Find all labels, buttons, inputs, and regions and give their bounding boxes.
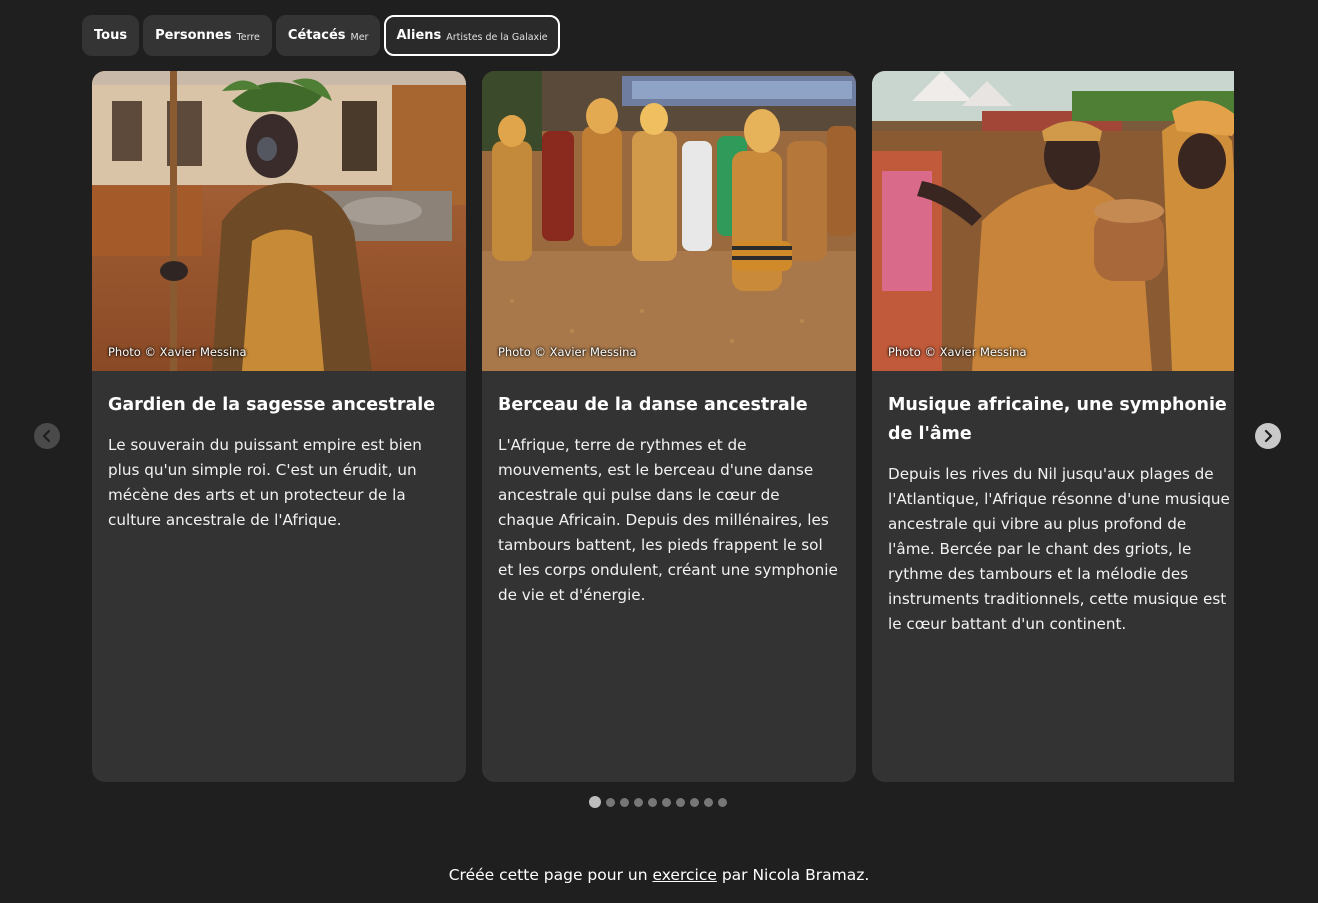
chevron-right-icon bbox=[1264, 429, 1273, 443]
card-text: L'Afrique, terre de rythmes et de mouvem… bbox=[498, 436, 838, 604]
carousel-track: Photo © Xavier Messina Gardien de la sag… bbox=[92, 71, 1234, 782]
carousel-dot[interactable] bbox=[676, 797, 685, 807]
tab-sublabel: Terre bbox=[236, 31, 260, 43]
card-title: Gardien de la sagesse ancestrale bbox=[108, 395, 436, 415]
carousel-dot[interactable] bbox=[648, 797, 657, 807]
card-text: Depuis les rives du Nil jusqu'aux plages… bbox=[888, 465, 1230, 633]
card-gardien[interactable]: Photo © Xavier Messina Gardien de la sag… bbox=[92, 71, 466, 782]
card-photo: Photo © Xavier Messina bbox=[482, 71, 856, 371]
tab-label: Aliens bbox=[396, 28, 442, 43]
filter-tabs: Tous Personnes Terre Cétacés Mer Aliens … bbox=[82, 15, 560, 56]
carousel[interactable]: Photo © Xavier Messina Gardien de la sag… bbox=[92, 71, 1234, 782]
tab-label: Tous bbox=[94, 28, 128, 43]
footer-text-after: par Nicola Bramaz. bbox=[721, 866, 870, 884]
card-photo: Photo © Xavier Messina bbox=[872, 71, 1234, 371]
carousel-dot[interactable] bbox=[589, 796, 601, 808]
photo-credit: Photo © Xavier Messina bbox=[498, 345, 637, 359]
tab-sublabel: Artistes de la Galaxie bbox=[446, 31, 548, 43]
footer-exercise-link[interactable]: exercice bbox=[652, 866, 716, 884]
photo-elder-guardian bbox=[92, 71, 466, 371]
chevron-left-icon bbox=[42, 429, 51, 443]
card-musique[interactable]: Photo © Xavier Messina Musique africaine… bbox=[872, 71, 1234, 782]
card-body: Gardien de la sagesse ancestrale Le souv… bbox=[92, 371, 466, 533]
tab-label: Personnes bbox=[155, 28, 232, 43]
carousel-dot[interactable] bbox=[634, 797, 643, 807]
photo-ancestral-dance bbox=[482, 71, 856, 371]
carousel-dot[interactable] bbox=[704, 797, 713, 807]
footer: Créée cette page pour un exercice par Ni… bbox=[0, 866, 1318, 884]
carousel-dot[interactable] bbox=[690, 797, 699, 807]
tab-tous[interactable]: Tous bbox=[82, 15, 140, 56]
card-body: Berceau de la danse ancestrale L'Afrique… bbox=[482, 371, 856, 608]
card-title: Berceau de la danse ancestrale bbox=[498, 395, 808, 415]
photo-african-music bbox=[872, 71, 1234, 371]
card-text: Le souverain du puissant empire est bien… bbox=[108, 436, 422, 529]
carousel-dot[interactable] bbox=[620, 797, 629, 807]
footer-text-before: Créée cette page pour un bbox=[448, 866, 648, 884]
tab-label: Cétacés bbox=[287, 28, 346, 43]
photo-credit: Photo © Xavier Messina bbox=[108, 345, 247, 359]
tab-cetaces[interactable]: Cétacés Mer bbox=[275, 15, 381, 56]
carousel-dot[interactable] bbox=[662, 797, 671, 807]
carousel-pagination bbox=[589, 796, 727, 808]
tab-personnes[interactable]: Personnes Terre bbox=[143, 15, 272, 56]
card-berceau[interactable]: Photo © Xavier Messina Berceau de la dan… bbox=[482, 71, 856, 782]
photo-credit: Photo © Xavier Messina bbox=[888, 345, 1027, 359]
carousel-prev-button[interactable] bbox=[34, 423, 60, 449]
card-photo: Photo © Xavier Messina bbox=[92, 71, 466, 371]
carousel-next-button[interactable] bbox=[1255, 423, 1281, 449]
tab-sublabel: Mer bbox=[350, 31, 369, 43]
carousel-dot[interactable] bbox=[606, 797, 615, 807]
tab-aliens[interactable]: Aliens Artistes de la Galaxie bbox=[384, 15, 560, 56]
card-title: Musique africaine, une symphonie de l'âm… bbox=[888, 395, 1227, 444]
carousel-dot[interactable] bbox=[718, 797, 727, 807]
card-body: Musique africaine, une symphonie de l'âm… bbox=[872, 371, 1234, 637]
